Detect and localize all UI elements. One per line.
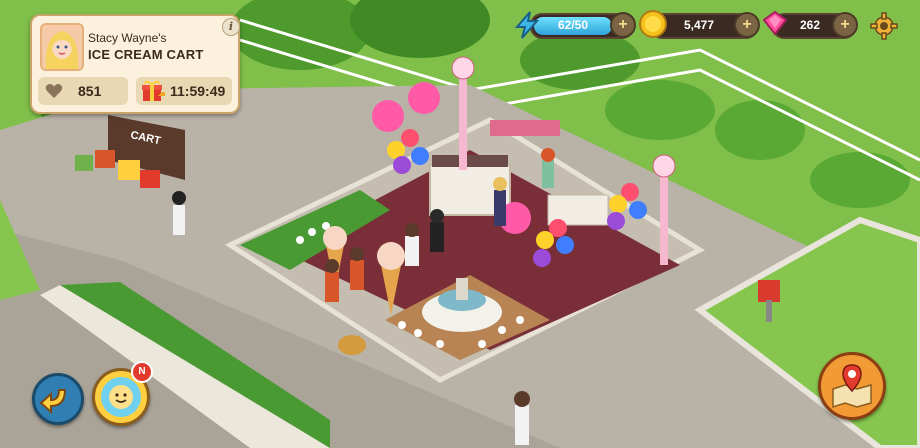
gems-value: 262 — [800, 18, 821, 32]
timer-stat[interactable]: 11:59:49 — [136, 77, 232, 105]
coins-value: 5,477 — [684, 18, 715, 32]
map-button[interactable] — [818, 352, 886, 420]
coins-plus-button[interactable]: + — [734, 12, 760, 38]
gift-icon — [142, 80, 165, 101]
gems-plus-button[interactable]: + — [832, 12, 858, 38]
coin-icon — [639, 10, 667, 38]
shop-name: ICE CREAM CART — [88, 47, 204, 62]
likes-count: 851 — [78, 83, 102, 99]
map-pin-icon — [832, 364, 872, 409]
energy-value: 62/50 — [558, 18, 589, 32]
shop-timer: 11:59:49 — [170, 83, 226, 99]
energy-bar[interactable]: 62/50 + — [530, 12, 636, 39]
info-button[interactable]: i — [222, 18, 240, 36]
heart-icon — [45, 84, 63, 98]
energy-plus-button[interactable]: + — [610, 12, 636, 38]
dog — [338, 335, 366, 355]
shop-info-card[interactable]: Stacy Wayne's ICE CREAM CART i 851 11:59… — [30, 14, 240, 114]
owner-name: Stacy Wayne's — [88, 31, 167, 45]
back-arrow-icon — [39, 389, 67, 415]
friends-badge: N — [131, 361, 153, 383]
likes-stat: 851 — [38, 77, 128, 105]
gem-icon — [762, 10, 788, 36]
back-button[interactable] — [32, 373, 84, 425]
avatar — [40, 23, 84, 71]
gear-icon[interactable] — [870, 12, 898, 40]
lightning-icon — [514, 11, 540, 39]
